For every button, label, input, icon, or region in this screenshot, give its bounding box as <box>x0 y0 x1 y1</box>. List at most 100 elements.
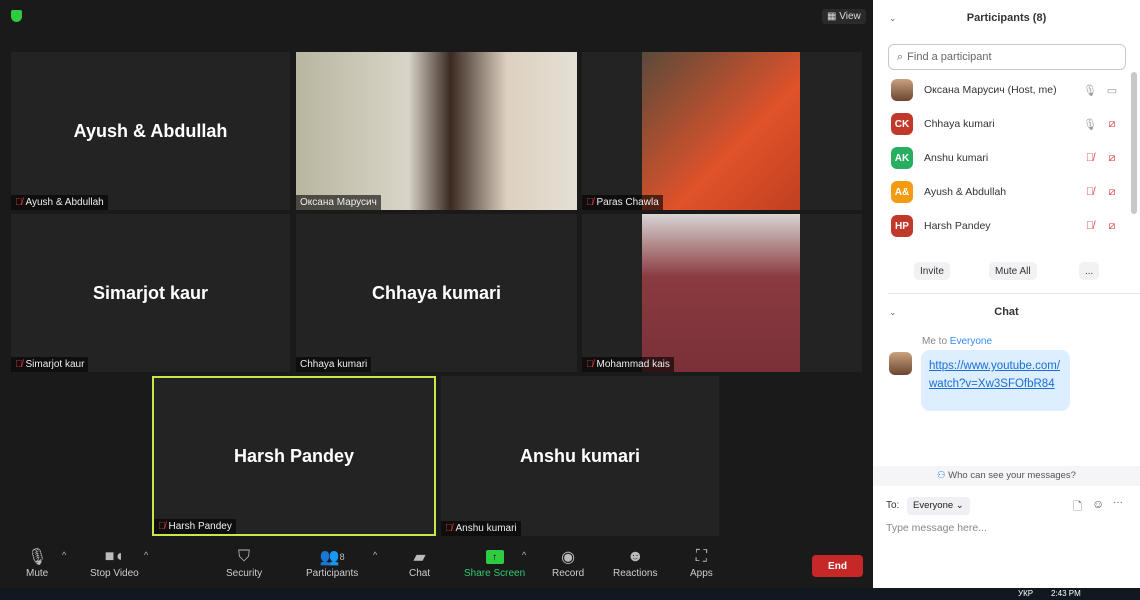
tile-name-label: Оксана Марусич <box>296 195 381 210</box>
security-shield-icon[interactable] <box>11 10 22 22</box>
video-off-icon[interactable]: ⧄ <box>1103 118 1121 131</box>
side-panel: ⌄ Participants (8) ⌕ Find a participant О… <box>873 0 1140 588</box>
tile-name-label: Chhaya kumari <box>296 357 372 372</box>
message-link[interactable]: https://www.youtube.com/watch?v=Xw3SFOfb… <box>929 360 1060 390</box>
muted-mic-icon[interactable]: 🎙̸ <box>1081 220 1099 232</box>
windows-taskbar: УКР 2:43 PM <box>0 588 1140 600</box>
who-can-see-banner[interactable]: ⚇ Who can see your messages? <box>873 466 1140 486</box>
video-tile[interactable]: 🎙̸ Paras Chawla <box>582 52 862 210</box>
muted-mic-icon[interactable]: 🎙̸ <box>1081 186 1099 198</box>
participant-row[interactable]: Оксана Марусич (Host, me) 🎙 ▭ <box>891 78 1121 102</box>
apps-button[interactable]: ⛶ Apps <box>690 546 713 579</box>
video-tile[interactable]: Chhaya kumari Chhaya kumari <box>296 214 577 372</box>
participant-row[interactable]: AK Anshu kumari 🎙̸ ⧄ <box>891 146 1121 170</box>
video-icon[interactable]: ▭ <box>1103 84 1121 97</box>
participants-button[interactable]: 👥 8 Participants <box>306 546 358 579</box>
recipient-dropdown[interactable]: Everyone ⌄ <box>907 497 970 515</box>
share-screen-icon: ↑ <box>485 546 504 568</box>
tile-name-label: 🎙̸ Mohammad kais <box>582 357 674 372</box>
participant-row[interactable]: HP Harsh Pandey 🎙̸ ⧄ <box>891 214 1121 238</box>
more-options-button[interactable]: ... <box>1079 262 1100 280</box>
participant-name-display: Ayush & Abdullah <box>73 120 228 141</box>
shield-icon: ⛉ <box>238 548 251 565</box>
muted-mic-icon: 🎙̸ <box>15 197 23 208</box>
participants-options-caret[interactable]: ^ <box>373 550 377 560</box>
participant-search-input[interactable]: ⌕ Find a participant <box>888 44 1126 70</box>
grid-icon: ▦ <box>827 11 840 22</box>
emoji-icon[interactable]: ☺ <box>1092 497 1104 511</box>
tile-label-text: Anshu kumari <box>455 523 517 534</box>
chevron-down-icon: ⌄ <box>955 500 964 511</box>
muted-mic-icon: 🎙̸ <box>445 523 453 534</box>
participant-row[interactable]: CK Chhaya kumari 🎙 ⧄ <box>891 112 1121 136</box>
mic-icon[interactable]: 🎙 <box>1081 118 1099 131</box>
mute-all-button[interactable]: Mute All <box>989 262 1037 280</box>
language-indicator[interactable]: УКР <box>1018 589 1033 598</box>
chat-message-bubble: https://www.youtube.com/watch?v=Xw3SFOfb… <box>921 350 1070 411</box>
video-off-icon[interactable]: ⧄ <box>1103 186 1121 199</box>
file-icon[interactable]: 🗋 <box>1073 498 1082 517</box>
reactions-button[interactable]: ☻ Reactions <box>613 546 657 579</box>
apps-icon: ⛶ <box>695 548 707 565</box>
video-tile[interactable]: Simarjot kaur 🎙̸ Simarjot kaur <box>11 214 290 372</box>
tile-name-label: 🎙̸ Paras Chawla <box>582 195 663 210</box>
participants-scrollbar[interactable] <box>1131 72 1137 214</box>
view-button[interactable]: ▦ View <box>822 9 866 24</box>
video-off-icon[interactable]: ⧄ <box>1103 220 1121 233</box>
participant-video <box>642 52 800 210</box>
tile-label-text: Harsh Pandey <box>168 521 232 532</box>
participant-name-display: Harsh Pandey <box>233 445 355 466</box>
muted-mic-icon: 🎙̸ <box>15 359 23 370</box>
tile-label-text: Ayush & Abdullah <box>25 197 104 208</box>
audio-options-caret[interactable]: ^ <box>62 550 66 560</box>
avatar: CK <box>891 113 913 135</box>
video-tile[interactable]: Harsh Pandey 🎙̸ Harsh Pandey <box>152 376 436 536</box>
message-input[interactable]: Type message here... <box>886 522 1126 534</box>
tile-name-label: 🎙̸ Ayush & Abdullah <box>11 195 108 210</box>
participants-title: Participants (8) <box>966 12 1047 24</box>
record-icon: ◉ <box>561 549 576 566</box>
participant-video <box>642 214 800 372</box>
participant-row[interactable]: A& Ayush & Abdullah 🎙̸ ⧄ <box>891 180 1121 204</box>
participant-name-display: Anshu kumari <box>519 445 641 466</box>
message-sender: Me to Everyone <box>922 336 993 347</box>
video-tile[interactable]: 🎙̸ Mohammad kais <box>582 214 862 372</box>
avatar: AK <box>891 147 913 169</box>
sender-avatar <box>889 352 912 375</box>
stop-video-button[interactable]: ■◖ Stop Video <box>90 546 139 579</box>
muted-mic-icon: 🎙̸ <box>158 521 166 532</box>
person-icon: ⚇ <box>937 470 949 481</box>
participant-name: Harsh Pandey <box>924 220 991 232</box>
chat-button[interactable]: ▰ Chat <box>409 546 430 579</box>
tile-label-text: Оксана Марусич <box>300 197 377 208</box>
share-screen-button[interactable]: ↑ Share Screen <box>464 546 525 579</box>
clock[interactable]: 2:43 PM <box>1051 589 1081 598</box>
participants-icon: 👥 8 <box>319 549 345 566</box>
invite-button[interactable]: Invite <box>914 262 950 280</box>
record-button[interactable]: ◉ Record <box>552 546 584 579</box>
video-stage: ▦ View Ayush & Abdullah 🎙̸ Ayush & Abdulla… <box>0 0 873 588</box>
participant-name: Chhaya kumari <box>924 118 995 130</box>
share-options-caret[interactable]: ^ <box>522 550 526 560</box>
divider <box>888 293 1140 294</box>
security-button[interactable]: ⛉ Security <box>226 546 262 579</box>
chat-title: Chat <box>994 306 1019 318</box>
video-tile[interactable]: Anshu kumari 🎙̸ Anshu kumari <box>441 376 719 536</box>
mute-button[interactable]: 🎙 Mute <box>26 546 48 579</box>
video-tile[interactable]: Ayush & Abdullah 🎙̸ Ayush & Abdullah <box>11 52 290 210</box>
emoji-plus-icon: ☻ <box>626 548 644 565</box>
tile-label-text: Chhaya kumari <box>300 359 368 370</box>
video-options-caret[interactable]: ^ <box>144 550 148 560</box>
mic-icon[interactable]: 🎙 <box>1081 84 1099 97</box>
video-tile[interactable]: Оксана Марусич <box>296 52 577 210</box>
meeting-toolbar: 🎙 Mute ^ ■◖ Stop Video ^ ⛉ Security 👥 8 Parti… <box>0 540 873 588</box>
video-off-icon[interactable]: ⧄ <box>1103 152 1121 165</box>
muted-mic-icon: 🎙̸ <box>586 197 594 208</box>
chat-bubble-icon: ▰ <box>413 549 426 566</box>
end-meeting-button[interactable]: End <box>812 555 863 577</box>
tile-label-text: Mohammad kais <box>596 359 670 370</box>
tile-name-label: 🎙̸ Simarjot kaur <box>11 357 89 372</box>
more-icon[interactable]: ··· <box>1113 497 1123 508</box>
muted-mic-icon[interactable]: 🎙̸ <box>1081 152 1099 164</box>
participant-name-display: Simarjot kaur <box>92 282 209 303</box>
